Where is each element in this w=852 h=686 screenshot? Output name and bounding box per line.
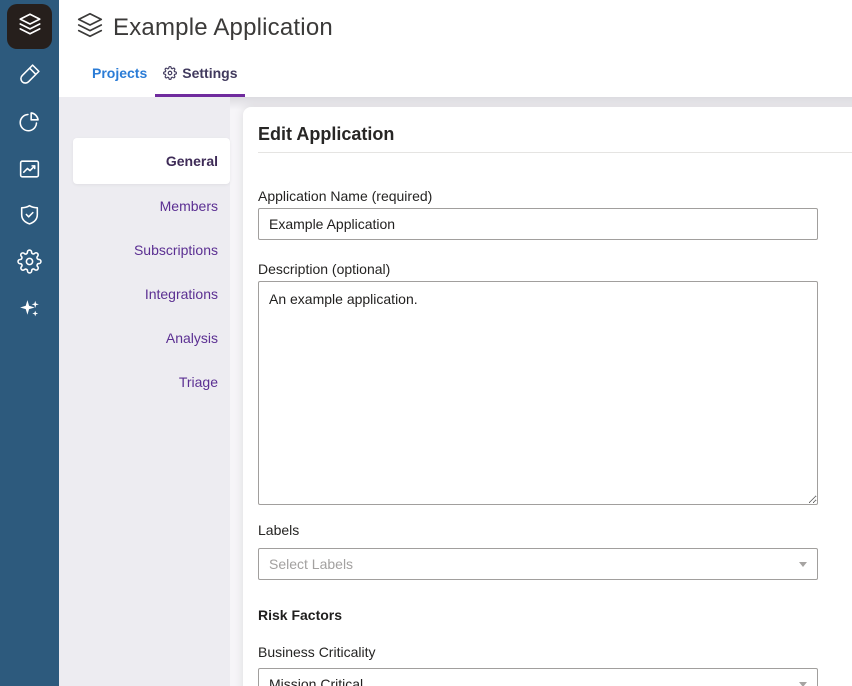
risk-factors-heading: Risk Factors <box>258 607 342 623</box>
pie-chart-icon <box>17 109 42 134</box>
sparkles-icon <box>17 296 42 321</box>
tab-projects-label: Projects <box>92 65 147 81</box>
content-area: Edit Application Application Name (requi… <box>230 97 852 686</box>
business-criticality-value: Mission Critical <box>269 676 363 686</box>
rail-item-poc[interactable] <box>0 51 59 98</box>
tab-settings-label: Settings <box>182 65 237 81</box>
app-home-button[interactable] <box>7 4 52 49</box>
rail-item-security[interactable] <box>0 191 59 238</box>
left-rail <box>0 0 59 686</box>
sidebar-item-label: Triage <box>179 374 218 390</box>
tab-settings[interactable]: Settings <box>155 53 245 93</box>
active-tab-underline <box>155 94 245 97</box>
description-label: Description (optional) <box>258 261 390 277</box>
layers-icon <box>75 10 105 45</box>
gear-icon <box>163 66 177 80</box>
business-criticality-select[interactable]: Mission Critical <box>258 668 818 686</box>
rail-item-ai[interactable] <box>0 285 59 332</box>
rail-item-analytics[interactable] <box>0 145 59 192</box>
page-title: Example Application <box>113 14 333 42</box>
labels-select-placeholder: Select Labels <box>269 556 353 572</box>
labels-select[interactable]: Select Labels <box>258 548 818 580</box>
rail-item-settings[interactable] <box>0 238 59 285</box>
shield-check-icon <box>17 202 42 227</box>
header: Example Application Projects Settings <box>59 0 852 97</box>
tab-projects[interactable]: Projects <box>84 53 155 93</box>
sidebar-item-label: Members <box>160 198 218 214</box>
rail-item-reports[interactable] <box>0 98 59 145</box>
sidebar-item-triage[interactable]: Triage <box>59 360 230 404</box>
heading-divider <box>258 152 852 153</box>
settings-side-nav: General Members Subscriptions Integratio… <box>59 97 230 686</box>
sidebar-item-label: Analysis <box>166 330 218 346</box>
labels-label: Labels <box>258 522 299 538</box>
business-criticality-label: Business Criticality <box>258 644 375 660</box>
tab-bar: Projects Settings <box>84 53 245 93</box>
title-row: Example Application <box>75 10 333 45</box>
test-tube-icon <box>17 62 42 87</box>
sidebar-item-subscriptions[interactable]: Subscriptions <box>59 228 230 272</box>
line-chart-icon <box>17 156 42 181</box>
gear-icon <box>17 249 42 274</box>
edit-application-card: Edit Application Application Name (requi… <box>243 107 852 686</box>
description-textarea[interactable] <box>258 281 818 505</box>
application-name-input[interactable] <box>258 208 818 240</box>
sidebar-item-label: Integrations <box>145 286 218 302</box>
sidebar-item-label: Subscriptions <box>134 242 218 258</box>
sidebar-item-members[interactable]: Members <box>59 184 230 228</box>
sidebar-item-analysis[interactable]: Analysis <box>59 316 230 360</box>
sidebar-item-integrations[interactable]: Integrations <box>59 272 230 316</box>
sidebar-item-label: General <box>166 153 218 169</box>
sidebar-item-general[interactable]: General <box>73 138 230 184</box>
layers-icon <box>17 11 43 42</box>
chevron-down-icon <box>799 562 807 567</box>
chevron-down-icon <box>799 682 807 686</box>
application-name-label: Application Name (required) <box>258 188 432 204</box>
card-heading: Edit Application <box>258 124 394 145</box>
